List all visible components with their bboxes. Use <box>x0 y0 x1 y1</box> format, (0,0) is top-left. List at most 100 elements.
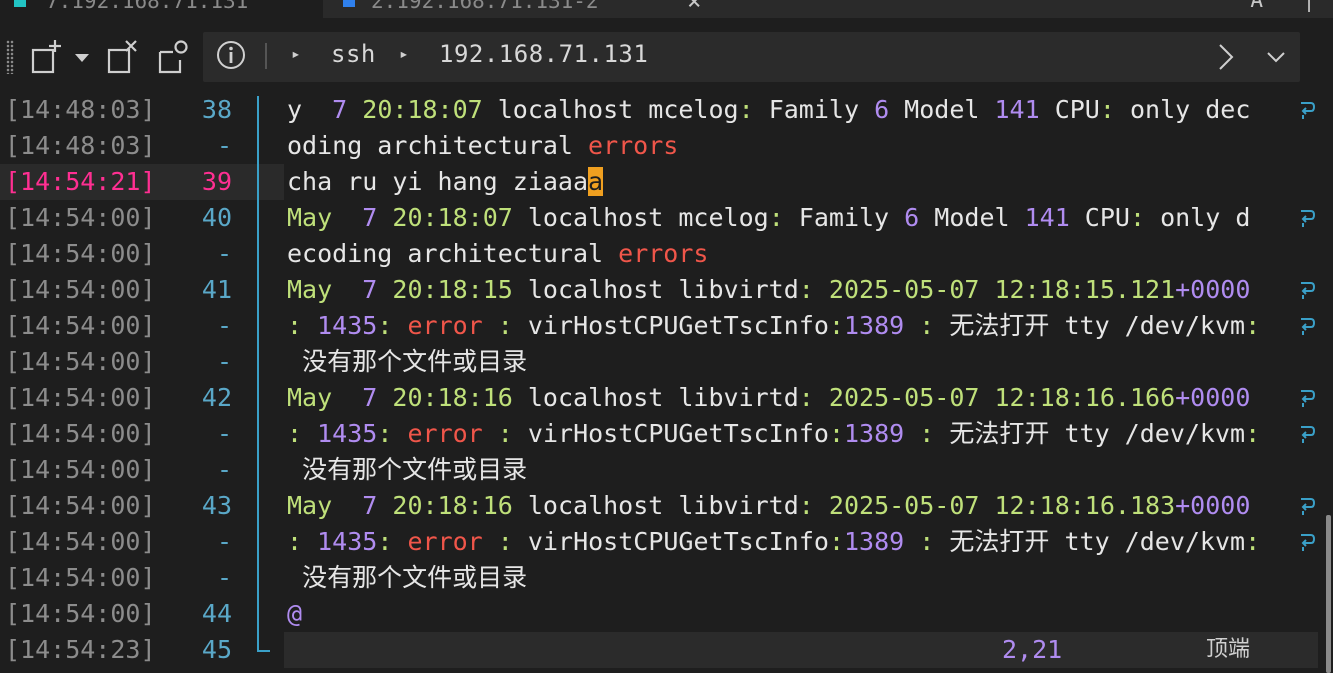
timestamp: [14:54:00] <box>5 383 156 412</box>
text-segment: 2025-05-07 <box>828 491 980 520</box>
line-number: - <box>216 419 232 448</box>
text-segment: May <box>287 203 333 232</box>
text-segment <box>377 491 392 520</box>
gutter-row: [14:54:00] - <box>0 524 284 560</box>
text-segment: 7 <box>362 491 378 520</box>
line-number: 41 <box>201 275 232 304</box>
line-number: 45 <box>201 635 232 664</box>
text-segment <box>392 419 407 448</box>
line-wrap-icon <box>1301 210 1316 227</box>
font-size-icon[interactable]: A <box>1250 0 1263 12</box>
text-cursor: a <box>588 167 604 196</box>
scrollbar-thumb[interactable] <box>1326 515 1331 673</box>
text-segment <box>934 527 949 556</box>
gutter-row: [14:54:00] - <box>0 452 284 488</box>
timestamp: [14:54:00] <box>5 527 156 556</box>
text-segment: : <box>919 527 935 556</box>
chevron-right-icon[interactable] <box>1211 42 1241 72</box>
gutter-row: [14:54:00] - <box>0 560 284 596</box>
text-segment: : <box>798 491 814 520</box>
gutter-row: [14:54:00] 40 <box>0 200 284 236</box>
text-segment: tty /dev/kvm <box>1049 311 1246 340</box>
window-close-icon[interactable]: | <box>1303 0 1315 12</box>
text-segment: 20:18:16 <box>392 383 513 412</box>
text-segment <box>287 347 302 376</box>
tab-session-1[interactable]: 7.192.168.71.131 <box>0 0 323 18</box>
text-segment: y <box>287 95 333 124</box>
terminal-line: May 7 20:18:07 localhost mcelog: Family … <box>287 200 1250 236</box>
text-segment: 6 <box>904 203 920 232</box>
text-segment: : <box>828 311 844 340</box>
drag-grip-icon[interactable] <box>6 40 14 74</box>
toolbar: ▸ ssh ▸ 192.168.71.131 <box>0 18 1333 86</box>
text-segment <box>814 491 829 520</box>
line-wrap-icon <box>1301 426 1316 443</box>
timestamp: [14:54:00] <box>5 275 156 304</box>
text-segment: 12:18:15.121 <box>994 275 1176 304</box>
text-segment <box>483 311 498 340</box>
text-segment: cha ru yi hang ziaaa <box>287 167 589 196</box>
text-segment <box>377 275 392 304</box>
text-segment <box>287 563 302 592</box>
text-segment: : <box>798 383 814 412</box>
text-segment <box>332 203 362 232</box>
info-icon[interactable] <box>216 40 246 70</box>
dropdown-icon[interactable] <box>68 38 96 78</box>
gutter-row: [14:54:00] 44 <box>0 596 284 632</box>
session-settings-icon[interactable] <box>155 38 191 78</box>
terminal-line: 没有那个文件或目录 <box>287 344 527 380</box>
tab-color-marker <box>14 0 26 7</box>
text-segment: +0000 <box>1175 491 1251 520</box>
text-segment <box>483 419 498 448</box>
text-segment: tty /dev/kvm <box>1049 527 1246 556</box>
timestamp: [14:54:00] <box>5 491 156 520</box>
new-tab-icon[interactable] <box>28 38 64 78</box>
text-segment <box>904 419 919 448</box>
status-line: 2,21 顶端 <box>284 632 1326 668</box>
line-wrap-icon <box>1301 498 1316 515</box>
line-number: - <box>216 131 232 160</box>
text-segment: 20:18:15 <box>392 275 513 304</box>
text-segment: 7 <box>362 275 378 304</box>
terminal-text-area[interactable]: y 7 20:18:07 localhost mcelog: Family 6 … <box>284 92 1301 632</box>
line-number: 44 <box>201 599 232 628</box>
text-segment: May <box>287 383 333 412</box>
text-segment: : <box>497 527 513 556</box>
gutter-row: [14:54:23] 45 <box>0 632 284 668</box>
text-segment: +0000 <box>1175 383 1251 412</box>
text-segment: : <box>1245 311 1261 340</box>
terminal-line: 没有那个文件或目录 <box>287 560 527 596</box>
timestamp: [14:54:00] <box>5 239 156 268</box>
text-segment: error <box>407 419 483 448</box>
tab-color-marker <box>343 0 355 7</box>
text-segment <box>347 95 362 124</box>
timestamp: [14:48:03] <box>5 131 156 160</box>
detach-tab-icon[interactable] <box>104 38 140 78</box>
text-segment <box>979 275 994 304</box>
terminal-line: y 7 20:18:07 localhost mcelog: Family 6 … <box>287 92 1250 128</box>
breadcrumb-item-ssh[interactable]: ssh <box>331 40 376 68</box>
timestamp: [14:54:00] <box>5 203 156 232</box>
line-number: - <box>216 563 232 592</box>
text-segment: : <box>738 95 754 124</box>
text-segment: : <box>1129 203 1146 232</box>
chevron-down-icon[interactable] <box>1261 42 1291 72</box>
text-segment: error <box>407 311 483 340</box>
text-segment: @ <box>287 599 303 628</box>
line-number: 43 <box>201 491 232 520</box>
terminal-line: oding architectural errors <box>287 128 678 164</box>
text-segment: 141 <box>994 95 1040 124</box>
text-segment: 6 <box>874 95 890 124</box>
text-segment: CPU <box>1069 203 1130 232</box>
text-segment: : <box>377 419 393 448</box>
tab-label: 7.192.168.71.131 <box>46 0 249 13</box>
line-wrap-icon <box>1301 318 1316 335</box>
text-segment <box>392 527 407 556</box>
tab-close-icon[interactable]: × <box>687 0 701 15</box>
text-segment: : <box>497 311 513 340</box>
tab-session-2[interactable]: 2.192.168.71.131-2 × <box>325 0 725 18</box>
text-segment <box>392 311 407 340</box>
text-segment <box>287 455 302 484</box>
text-segment: 7 <box>362 383 378 412</box>
breadcrumb-item-host[interactable]: 192.168.71.131 <box>439 40 648 68</box>
